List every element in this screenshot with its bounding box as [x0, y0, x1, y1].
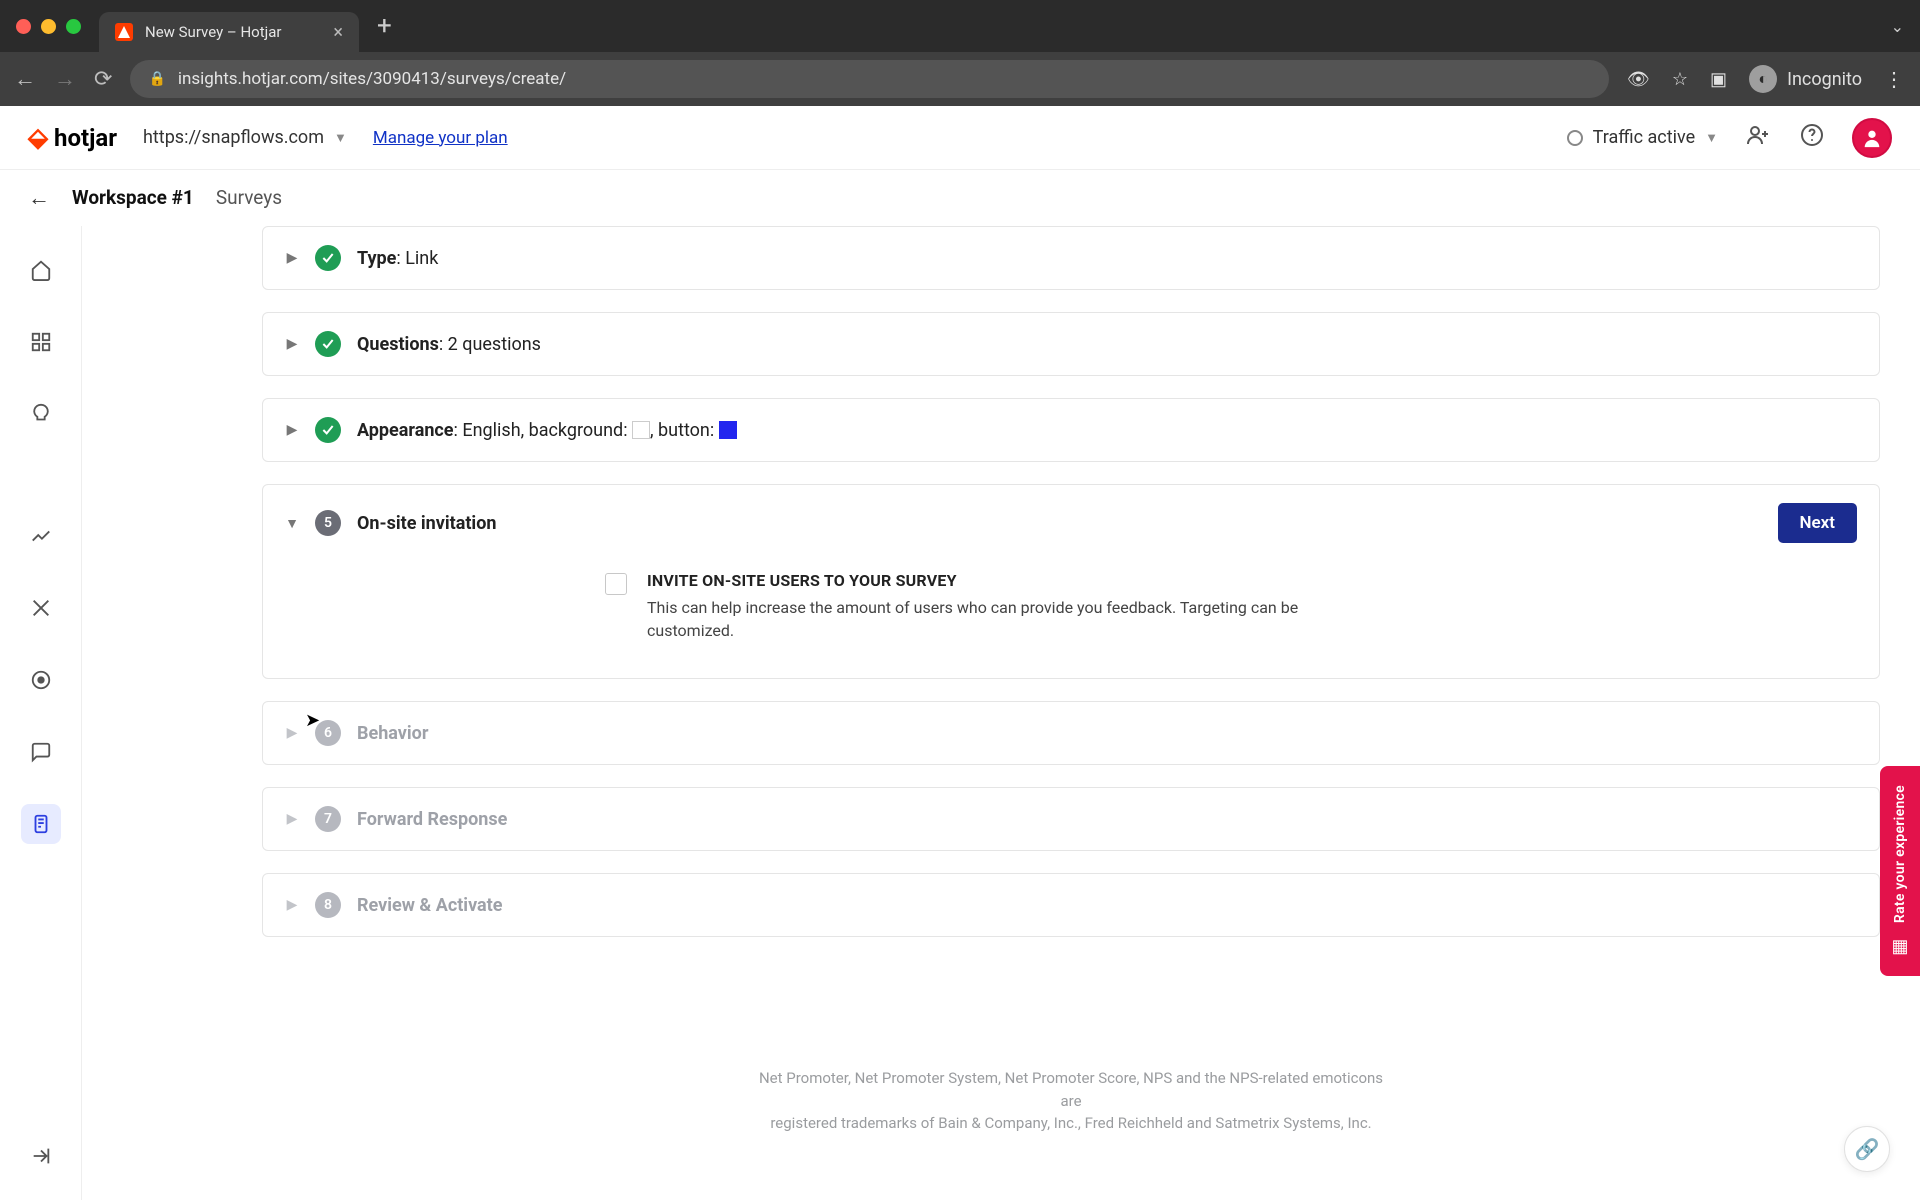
incognito-label: Incognito	[1787, 69, 1862, 90]
step-forward-response[interactable]: ▶ 7 Forward Response	[262, 787, 1880, 851]
chevron-down-icon: ▼	[1705, 130, 1718, 146]
help-icon[interactable]	[1798, 123, 1826, 153]
chevron-right-icon[interactable]: ▶	[285, 811, 299, 827]
back-arrow-icon[interactable]: ←	[28, 185, 50, 211]
nav-funnels-icon[interactable]	[21, 588, 61, 628]
browser-menu-icon[interactable]: ⋮	[1884, 67, 1906, 91]
nav-recordings-icon[interactable]	[21, 660, 61, 700]
nav-home-icon[interactable]	[21, 250, 61, 290]
share-link-button[interactable]: 🔗	[1844, 1126, 1890, 1172]
address-bar[interactable]: 🔒 insights.hotjar.com/sites/3090413/surv…	[130, 60, 1609, 98]
tab-favicon-icon	[115, 23, 133, 41]
step-behavior[interactable]: ▶ 6 Behavior	[262, 701, 1880, 765]
nav-forward-icon[interactable]: →	[54, 66, 76, 92]
app-header: ⬙ hotjar https://snapflows.com ▼ Manage …	[0, 106, 1920, 170]
window-close-icon[interactable]	[16, 19, 31, 34]
legal-footer: Net Promoter, Net Promoter System, Net P…	[751, 1067, 1391, 1135]
breadcrumb: ← Workspace #1 Surveys	[0, 170, 1920, 226]
traffic-status-icon	[1567, 130, 1583, 146]
next-button[interactable]: Next	[1778, 503, 1858, 543]
step-complete-icon	[315, 245, 341, 271]
manage-plan-link[interactable]: Manage your plan	[373, 128, 508, 148]
invite-user-icon[interactable]	[1744, 123, 1772, 153]
tab-close-icon[interactable]: ×	[333, 22, 343, 43]
step-number-badge: 7	[315, 806, 341, 832]
chevron-down-icon: ▼	[334, 130, 347, 146]
url-text: insights.hotjar.com/sites/3090413/survey…	[178, 69, 566, 89]
feedback-side-tab[interactable]: Rate your experience ▦	[1880, 766, 1920, 976]
browser-tab[interactable]: New Survey – Hotjar ×	[99, 12, 359, 52]
invite-heading: INVITE ON-SITE USERS TO YOUR SURVEY	[647, 571, 1305, 590]
site-selector-label: https://snapflows.com	[143, 127, 324, 148]
browser-toolbar: ← → ⟳ 🔒 insights.hotjar.com/sites/309041…	[0, 52, 1920, 106]
chevron-right-icon[interactable]: ▶	[285, 336, 299, 352]
window-minimize-icon[interactable]	[41, 19, 56, 34]
invite-option[interactable]: INVITE ON-SITE USERS TO YOUR SURVEY This…	[605, 571, 1305, 642]
incognito-icon: ◐	[1749, 65, 1777, 93]
nav-back-icon[interactable]: ←	[14, 66, 36, 92]
extensions-icon[interactable]: ▣	[1710, 69, 1727, 90]
feedback-tab-icon: ▦	[1891, 936, 1908, 957]
step-title: Behavior	[357, 723, 428, 744]
nav-reload-icon[interactable]: ⟳	[94, 67, 112, 92]
logo-text: hotjar	[54, 124, 117, 152]
step-questions[interactable]: ▶ Questions: 2 questions	[262, 312, 1880, 376]
site-selector[interactable]: https://snapflows.com ▼	[143, 127, 347, 148]
hotjar-flame-icon: ⬙	[28, 123, 48, 153]
side-nav	[0, 226, 82, 1200]
hotjar-logo[interactable]: ⬙ hotjar	[28, 123, 117, 153]
step-onsite-invitation: ▼ 5 On-site invitation Next INVITE ON-SI…	[262, 484, 1880, 679]
chevron-right-icon[interactable]: ▶	[285, 897, 299, 913]
window-maximize-icon[interactable]	[66, 19, 81, 34]
nav-highlights-icon[interactable]	[21, 394, 61, 434]
step-complete-icon	[315, 417, 341, 443]
step-title: Review & Activate	[357, 895, 503, 916]
step-title: On-site invitation	[357, 513, 496, 534]
feedback-tab-label: Rate your experience	[1892, 785, 1908, 923]
traffic-status-label: Traffic active	[1593, 127, 1696, 148]
step-title: Questions: 2 questions	[357, 334, 541, 355]
window-controls[interactable]	[16, 19, 81, 34]
mouse-cursor-icon: ➤	[305, 710, 320, 731]
traffic-status[interactable]: Traffic active ▼	[1567, 127, 1718, 148]
nav-dashboard-icon[interactable]	[21, 322, 61, 362]
new-tab-button[interactable]: +	[377, 11, 392, 41]
step-type[interactable]: ▶ Type: Link	[262, 226, 1880, 290]
step-title: Type: Link	[357, 248, 438, 269]
tabs-overflow-icon[interactable]: ⌄	[1891, 17, 1904, 36]
browser-tab-strip: New Survey – Hotjar × + ⌄	[0, 0, 1920, 52]
survey-builder: ▶ Type: Link ▶ Questions: 2 questions ▶ …	[82, 226, 1920, 1200]
chevron-right-icon[interactable]: ▶	[285, 250, 299, 266]
nav-feedback-icon[interactable]	[21, 732, 61, 772]
breadcrumb-section[interactable]: Surveys	[216, 186, 282, 209]
invite-checkbox[interactable]	[605, 573, 627, 595]
breadcrumb-workspace[interactable]: Workspace #1	[72, 186, 194, 209]
tab-title: New Survey – Hotjar	[145, 23, 281, 41]
lock-icon: 🔒	[148, 71, 165, 87]
button-swatch	[719, 421, 737, 439]
nav-surveys-icon[interactable]	[21, 804, 61, 844]
step-title: Forward Response	[357, 809, 507, 830]
incognito-indicator[interactable]: ◐ Incognito	[1749, 65, 1862, 93]
eye-off-icon[interactable]: 👁	[1627, 69, 1650, 90]
user-avatar[interactable]	[1852, 118, 1892, 158]
nav-trends-icon[interactable]	[21, 516, 61, 556]
step-number-badge: 5	[315, 510, 341, 536]
invite-description: This can help increase the amount of use…	[647, 596, 1305, 642]
background-swatch	[632, 421, 650, 439]
chevron-right-icon[interactable]: ▶	[285, 725, 299, 741]
step-title: Appearance: English, background: , butto…	[357, 420, 737, 441]
chevron-right-icon[interactable]: ▶	[285, 422, 299, 438]
step-review-activate[interactable]: ▶ 8 Review & Activate	[262, 873, 1880, 937]
chevron-down-icon[interactable]: ▼	[285, 515, 299, 532]
bookmark-star-icon[interactable]: ☆	[1672, 69, 1688, 90]
nav-collapse-icon[interactable]	[21, 1136, 61, 1176]
step-appearance[interactable]: ▶ Appearance: English, background: , but…	[262, 398, 1880, 462]
step-complete-icon	[315, 331, 341, 357]
step-number-badge: 8	[315, 892, 341, 918]
